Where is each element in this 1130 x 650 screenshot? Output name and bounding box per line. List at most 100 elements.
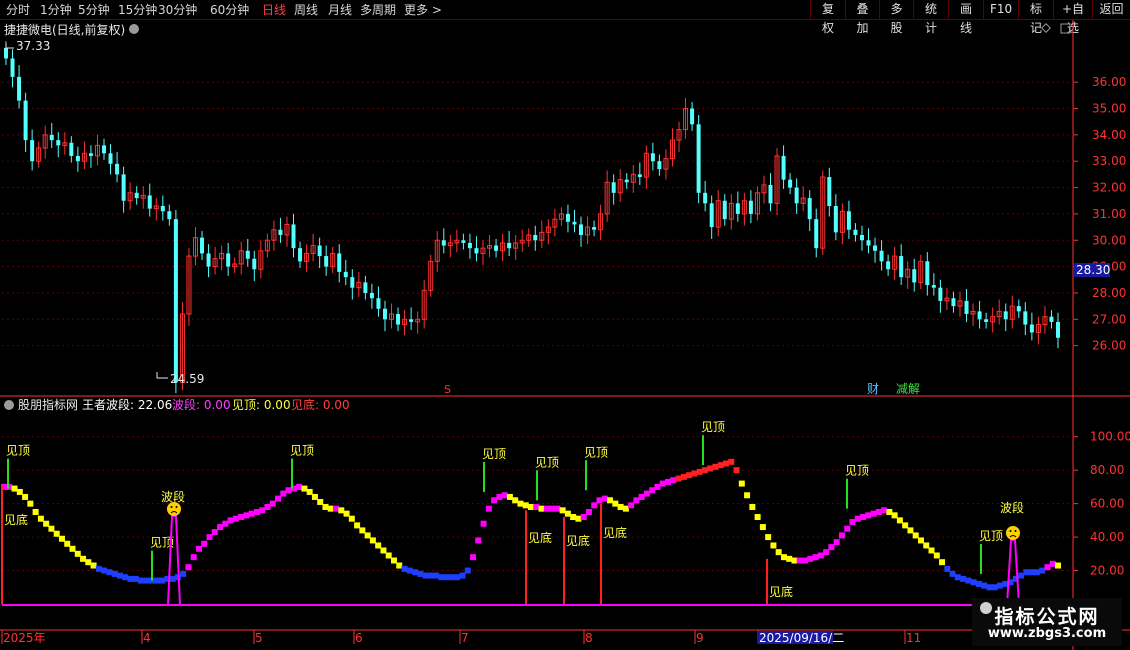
candle-body: [317, 245, 322, 257]
top-signal-label: 见顶: [979, 529, 1003, 543]
indicator-dot: [375, 542, 382, 549]
candle-body: [827, 177, 832, 206]
candle-body: [441, 240, 446, 246]
indicator-dot: [954, 574, 961, 581]
price-tick-label: 26.00: [1092, 339, 1126, 353]
price-tick-label: 35.00: [1092, 102, 1126, 116]
candle-body: [474, 248, 479, 254]
indicator-dot: [786, 555, 793, 562]
title-dropdown-icon: [129, 24, 139, 34]
candle-body: [886, 261, 891, 270]
candle-body: [69, 142, 74, 156]
candle-body: [17, 76, 22, 101]
chart-area: 26.0027.0028.0029.0030.0031.0032.0033.00…: [0, 20, 1130, 650]
indicator-dot: [443, 574, 450, 581]
indicator-dot: [301, 485, 308, 492]
indicator-dot: [791, 557, 798, 564]
indicator-dot: [464, 567, 471, 574]
price-tick-label: 28.00: [1092, 286, 1126, 300]
candle-body: [1056, 321, 1060, 338]
indicator-dot: [227, 517, 234, 524]
candle-body: [794, 187, 799, 204]
indicator-dot: [902, 522, 909, 529]
watermark: 指标公式网 www.zbgs3.com: [972, 598, 1122, 646]
indicator-dot: [80, 555, 87, 562]
indicator-dot: [16, 488, 23, 495]
indicator-dot: [106, 569, 113, 576]
indicator-dot: [754, 514, 761, 521]
indicator-dot: [659, 480, 666, 487]
indicator-dot: [396, 562, 403, 569]
candle-body: [115, 163, 120, 175]
indicator-dot: [733, 467, 740, 474]
unlock-marker: 减解: [896, 382, 920, 396]
indicator-dot: [22, 493, 29, 500]
candle-body: [102, 145, 107, 154]
indicator-dot: [369, 537, 376, 544]
indicator-dot: [517, 500, 524, 507]
indicator-dot: [807, 555, 814, 562]
indicator-dot: [965, 577, 972, 584]
candle-body: [807, 198, 812, 220]
sad-face-icon: [1006, 526, 1020, 540]
bottom-signal-label: 见底: [528, 530, 552, 545]
candle-body: [853, 229, 858, 235]
indicator-dot: [296, 483, 303, 490]
indicator-dot: [1023, 569, 1030, 576]
indicator-dot: [585, 509, 592, 515]
price-tick-label: 27.00: [1092, 312, 1126, 326]
indicator-dot: [185, 564, 192, 571]
candle-body: [88, 153, 93, 156]
indicator-dot: [69, 545, 76, 552]
indicator-dot: [875, 509, 882, 515]
candle-body: [49, 134, 54, 141]
indicator-dot: [802, 557, 809, 564]
indicator-dot: [744, 492, 751, 499]
indicator-dot: [780, 554, 787, 561]
candle-body: [931, 285, 936, 288]
indicator-dot: [380, 547, 387, 554]
indicator-dot: [454, 574, 461, 581]
date-label: 7: [461, 631, 469, 645]
indicator-dot: [828, 544, 835, 551]
indicator-dot: [686, 472, 693, 479]
maximize-icon: [1060, 23, 1071, 34]
indicator-dot: [238, 514, 245, 521]
indicator-dot: [923, 542, 930, 549]
candle-body: [134, 192, 139, 199]
sad-face-eye: [1014, 530, 1017, 532]
indicator-dot: [622, 505, 629, 512]
indicator-dot: [243, 512, 250, 519]
indicator-dot: [1028, 569, 1035, 576]
indicator-dot: [665, 478, 672, 485]
indicator-dot: [470, 554, 477, 561]
sad-face-eye: [170, 506, 173, 508]
stock-title: 捷捷微电(日线,前复权): [4, 22, 125, 37]
indicator-dot: [796, 557, 803, 564]
date-label: 9: [696, 631, 704, 645]
candle-body: [859, 234, 864, 241]
indicator-dot: [575, 515, 582, 522]
candle-body: [363, 282, 368, 293]
candle-body: [369, 292, 374, 299]
candle-body: [788, 179, 793, 188]
indicator-dot: [975, 580, 982, 587]
indicator-dot: [912, 532, 919, 539]
indicator-dot: [770, 542, 777, 549]
low-marker-label: 24.59: [170, 372, 204, 386]
indicator-dot: [317, 498, 324, 505]
candle-body: [206, 253, 211, 267]
indicator-dot: [343, 510, 350, 517]
candle-body: [376, 298, 381, 309]
date-label: 6: [355, 631, 363, 645]
candle-body: [984, 319, 989, 322]
indicator-dot: [385, 552, 392, 559]
indicator-dot: [74, 550, 81, 557]
candle-body: [925, 261, 930, 286]
candle-body: [10, 58, 15, 77]
indicator-dot: [275, 495, 282, 502]
candle-body: [30, 140, 35, 162]
indicator-dot: [85, 559, 92, 566]
candle-body: [703, 192, 708, 204]
candle-body: [735, 203, 740, 214]
